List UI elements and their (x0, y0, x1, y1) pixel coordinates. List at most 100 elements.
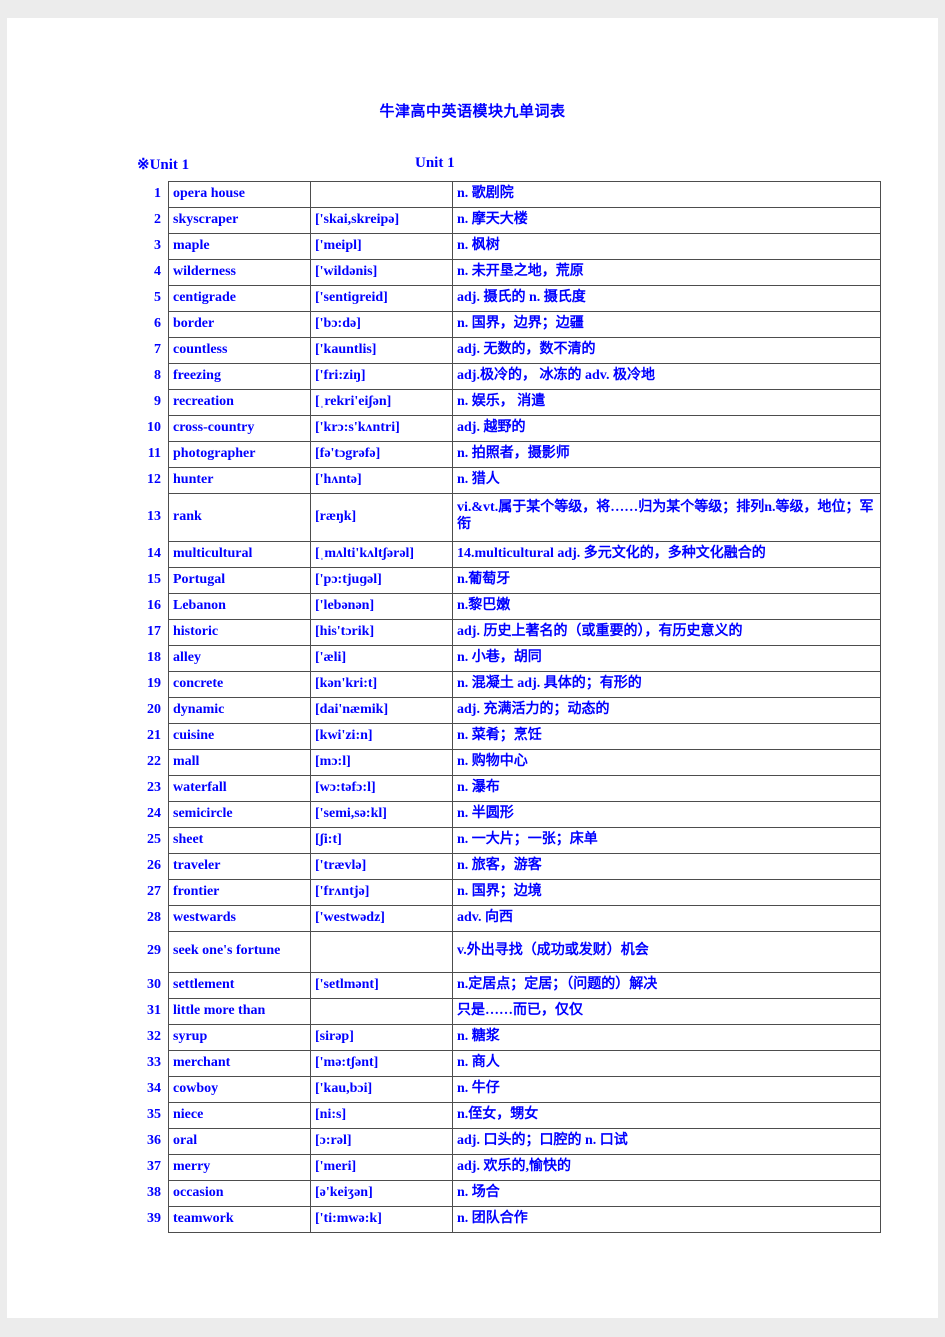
word-cell: seek one's fortune (168, 931, 311, 973)
table-row: 4 wilderness ['wildənis] n. 未开垦之地，荒原 (133, 259, 881, 286)
row-number: 37 (147, 1158, 161, 1174)
definition-cell: n. 未开垦之地，荒原 (452, 259, 881, 286)
word-cell: alley (168, 645, 311, 672)
phonetic-cell: [kwi'zi:n] (310, 723, 453, 750)
page-title: 牛津高中英语模块九单词表 (379, 102, 566, 120)
definition-cell: n. 购物中心 (452, 749, 881, 776)
word-cell: concrete (168, 671, 311, 698)
row-number: 33 (147, 1054, 161, 1070)
definition-cell: adj. 欢乐的,愉快的 (452, 1154, 881, 1181)
table-row: 31 little more than 只是……而已，仅仅 (133, 998, 881, 1025)
row-number: 21 (147, 727, 161, 743)
row-number: 11 (147, 445, 161, 461)
phonetic-cell: [ˌrekri'eiʃən] (310, 389, 453, 416)
table-row: 12 hunter ['hʌntə] n. 猎人 (133, 467, 881, 494)
row-number: 15 (147, 571, 161, 587)
phonetic-cell: ['ti:mwə:k] (310, 1206, 453, 1233)
phonetic-cell: ['setlmənt] (310, 972, 453, 999)
phonetic-cell: ['sentiɡreid] (310, 285, 453, 312)
definition-cell: n. 商人 (452, 1050, 881, 1077)
definition-cell: n. 小巷，胡同 (452, 645, 881, 672)
word-cell: frontier (168, 879, 311, 906)
phonetic-cell: [ni:s] (310, 1102, 453, 1129)
table-row: 8 freezing ['fri:ziŋ] adj.极冷的， 冰冻的 adv. 极冷地 (133, 363, 881, 390)
definition-cell: v.外出寻找（成功或发财）机会 (452, 931, 881, 973)
table-row: 28 westwards ['westwədz] adv. 向西 (133, 905, 881, 932)
row-number: 1 (154, 185, 161, 201)
phonetic-cell: ['krɔ:s'kʌntri] (310, 415, 453, 442)
row-number: 25 (147, 831, 161, 847)
table-row: 14 multicultural [ˌmʌlti'kʌltʃərəl] 14.mult… (133, 541, 881, 568)
definition-cell: n. 糖浆 (452, 1024, 881, 1051)
row-number: 16 (147, 597, 161, 613)
word-cell: Lebanon (168, 593, 311, 620)
word-cell: cuisine (168, 723, 311, 750)
definition-cell: n. 旅客，游客 (452, 853, 881, 880)
phonetic-cell: [ˌmʌlti'kʌltʃərəl] (310, 541, 453, 568)
word-cell: freezing (168, 363, 311, 390)
phonetic-cell: [kən'kri:t] (310, 671, 453, 698)
phonetic-cell: ['frʌntjə] (310, 879, 453, 906)
row-number: 7 (154, 341, 161, 357)
word-cell: maple (168, 233, 311, 260)
definition-cell: adj. 摄氏的 n. 摄氏度 (452, 285, 881, 312)
table-row: 32 syrup [sirəp] n. 糖浆 (133, 1024, 881, 1051)
phonetic-cell: [ræŋk] (310, 493, 453, 542)
table-row: 1 opera house n. 歌剧院 (133, 181, 881, 208)
definition-cell: 只是……而已，仅仅 (452, 998, 881, 1025)
word-cell: hunter (168, 467, 311, 494)
phonetic-cell: ['kauntlis] (310, 337, 453, 364)
word-cell: merry (168, 1154, 311, 1181)
phonetic-cell: ['bɔ:də] (310, 311, 453, 338)
word-cell: skyscraper (168, 207, 311, 234)
table-row: 25 sheet [ʃi:t] n. 一大片；一张；床单 (133, 827, 881, 854)
word-cell: occasion (168, 1180, 311, 1207)
vocabulary-table: 1 opera house n. 歌剧院 2 skyscraper ['skai,skre… (133, 181, 881, 1233)
word-cell: merchant (168, 1050, 311, 1077)
definition-cell: n. 瀑布 (452, 775, 881, 802)
table-row: 5 centigrade ['sentiɡreid] adj. 摄氏的 n. 摄氏度 (133, 285, 881, 312)
phonetic-cell: ['meipl] (310, 233, 453, 260)
phonetic-cell: ['meri] (310, 1154, 453, 1181)
phonetic-cell (310, 931, 453, 973)
table-row: 20 dynamic [dai'næmik] adj. 充满活力的；动态的 (133, 697, 881, 724)
definition-cell: n. 菜肴；烹饪 (452, 723, 881, 750)
row-number: 12 (147, 471, 161, 487)
table-row: 23 waterfall [wɔ:təfɔ:l] n. 瀑布 (133, 775, 881, 802)
table-row: 27 frontier ['frʌntjə] n. 国界；边境 (133, 879, 881, 906)
phonetic-cell: ['westwədz] (310, 905, 453, 932)
word-cell: border (168, 311, 311, 338)
definition-cell: n. 场合 (452, 1180, 881, 1207)
word-cell: rank (168, 493, 311, 542)
definition-cell: n. 团队合作 (452, 1206, 881, 1233)
word-cell: cross-country (168, 415, 311, 442)
table-row: 22 mall [mɔ:l] n. 购物中心 (133, 749, 881, 776)
phonetic-cell: [mɔ:l] (310, 749, 453, 776)
word-cell: waterfall (168, 775, 311, 802)
table-row: 26 traveler ['trævlə] n. 旅客，游客 (133, 853, 881, 880)
table-row: 10 cross-country ['krɔ:s'kʌntri] adj. 越野的 (133, 415, 881, 442)
phonetic-cell: [ɔ:rəl] (310, 1128, 453, 1155)
row-number: 22 (147, 753, 161, 769)
phonetic-cell: ['fri:ziŋ] (310, 363, 453, 390)
row-number: 17 (147, 623, 161, 639)
row-number: 24 (147, 805, 161, 821)
row-number: 26 (147, 857, 161, 873)
row-number: 8 (154, 367, 161, 383)
table-row: 39 teamwork ['ti:mwə:k] n. 团队合作 (133, 1206, 881, 1233)
phonetic-cell: [his'tɔrik] (310, 619, 453, 646)
word-cell: opera house (168, 181, 311, 208)
table-row: 9 recreation [ˌrekri'eiʃən] n. 娱乐， 消遣 (133, 389, 881, 416)
phonetic-cell: ['trævlə] (310, 853, 453, 880)
definition-cell: n.侄女，甥女 (452, 1102, 881, 1129)
table-row: 7 countless ['kauntlis] adj. 无数的，数不清的 (133, 337, 881, 364)
definition-cell: adv. 向西 (452, 905, 881, 932)
phonetic-cell: ['semi,sə:kl] (310, 801, 453, 828)
definition-cell: n. 歌剧院 (452, 181, 881, 208)
row-number: 39 (147, 1210, 161, 1226)
table-row: 15 Portugal ['pɔ:tjuɡəl] n.葡萄牙 (133, 567, 881, 594)
row-number: 27 (147, 883, 161, 899)
word-cell: wilderness (168, 259, 311, 286)
definition-cell: n. 拍照者，摄影师 (452, 441, 881, 468)
word-cell: oral (168, 1128, 311, 1155)
